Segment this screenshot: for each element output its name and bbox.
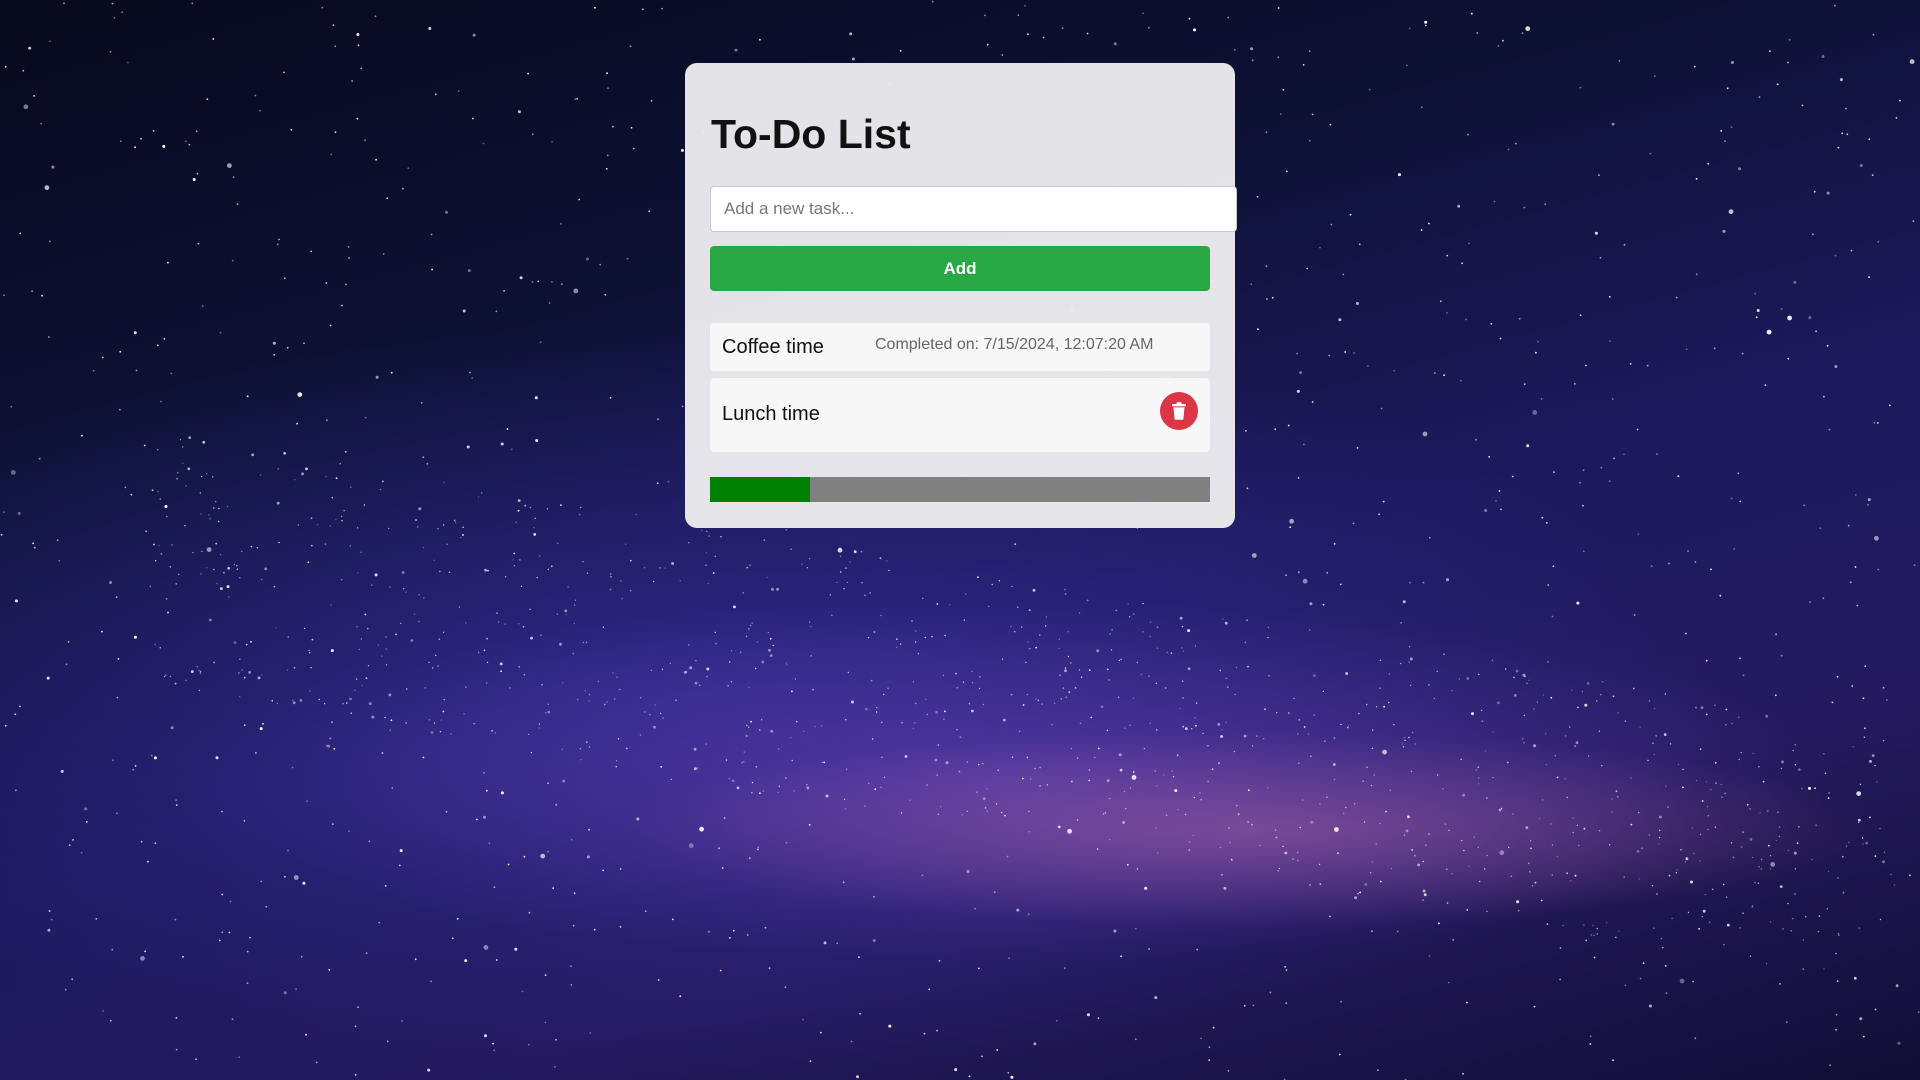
new-task-input[interactable] [710,186,1237,232]
add-task-button[interactable]: Add [710,246,1210,291]
progress-bar-fill [710,477,810,502]
trash-icon [1172,402,1186,420]
page-title: To-Do List [711,111,911,157]
task-item-lunch-time[interactable]: Lunch time [710,378,1210,452]
task-item-coffee-time[interactable]: Coffee time Completed on: 7/15/2024, 12:… [710,323,1210,371]
task-name: Coffee time [722,336,824,358]
task-name: Lunch time [722,403,820,425]
delete-task-button[interactable] [1160,392,1198,430]
completed-timestamp: Completed on: 7/15/2024, 12:07:20 AM [875,336,1154,353]
progress-bar [710,477,1210,502]
todo-card: To-Do List Add Coffee time Completed on:… [685,63,1237,528]
